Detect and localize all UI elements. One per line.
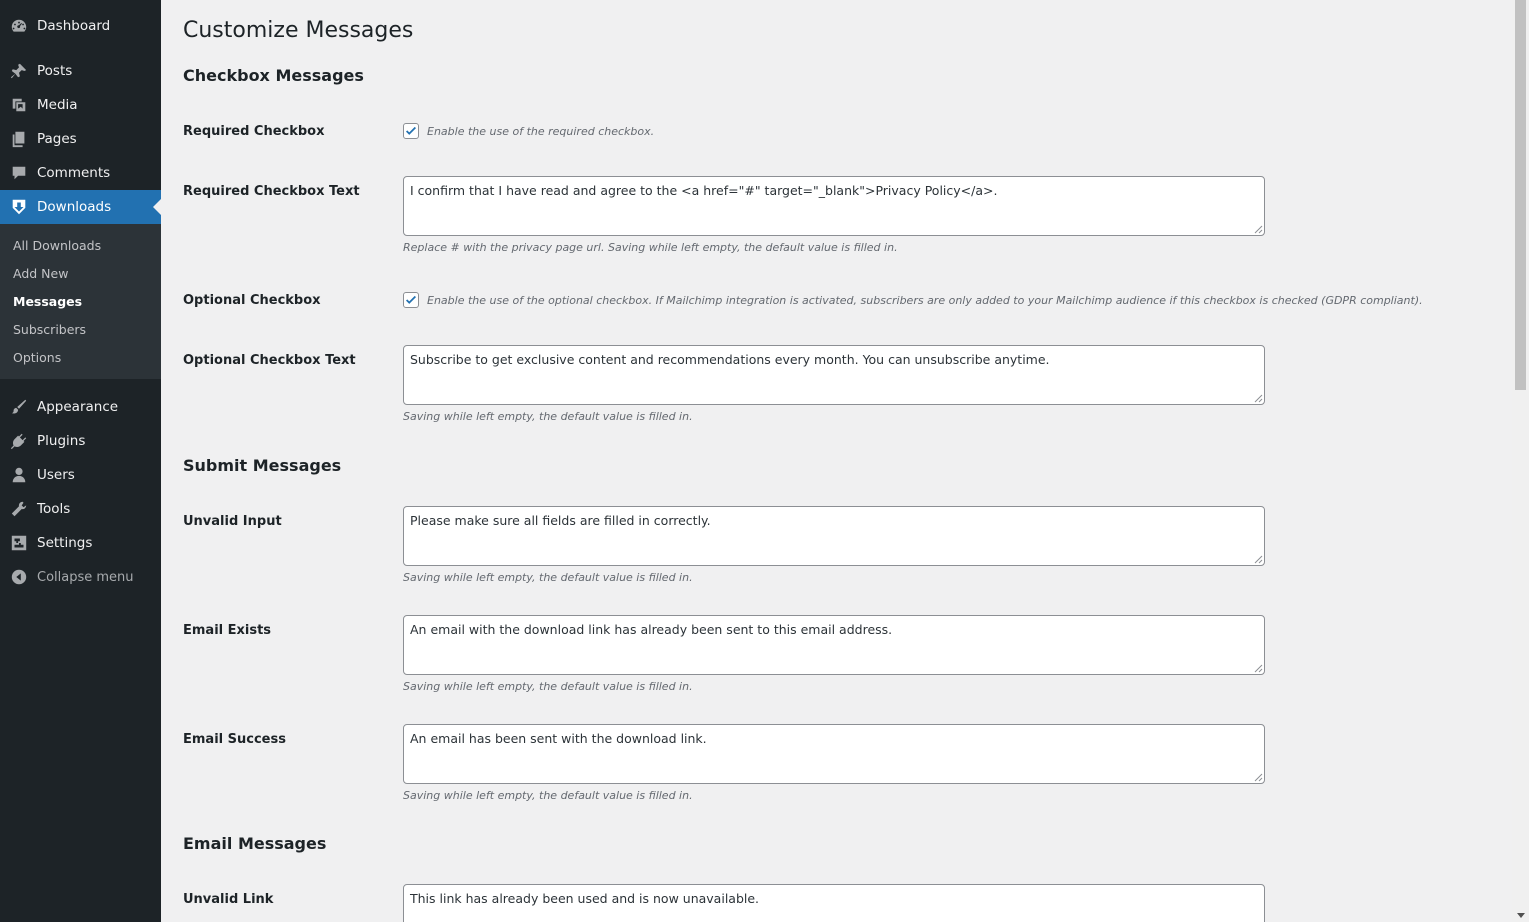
field-value: An email has been sent with the download… xyxy=(410,731,707,746)
required-checkbox-row: Enable the use of the required checkbox. xyxy=(403,123,654,139)
menu-item-dashboard[interactable]: Dashboard xyxy=(0,9,161,43)
menu-item-users[interactable]: Users xyxy=(0,458,161,492)
email-exists-description: Saving while left empty, the default val… xyxy=(403,680,693,693)
brush-icon xyxy=(9,397,29,417)
menu-label: Media xyxy=(37,97,78,113)
comment-icon xyxy=(9,163,29,183)
optional-checkbox-row: Enable the use of the optional checkbox.… xyxy=(403,292,1423,308)
collapse-icon xyxy=(9,567,29,587)
label-required-checkbox: Required Checkbox xyxy=(183,124,325,139)
submenu-item-subscribers[interactable]: Subscribers xyxy=(13,322,86,337)
main-content: Customize Messages Checkbox Messages Req… xyxy=(183,0,1503,922)
required-checkbox[interactable] xyxy=(403,123,419,139)
menu-item-posts[interactable]: Posts xyxy=(0,54,161,88)
submenu-item-messages[interactable]: Messages xyxy=(13,294,82,309)
menu-label: Pages xyxy=(37,131,77,147)
menu-item-downloads[interactable]: Downloads xyxy=(0,190,161,224)
required-checkbox-description: Enable the use of the required checkbox. xyxy=(427,124,655,138)
wrench-icon xyxy=(9,499,29,519)
pin-icon xyxy=(9,61,29,81)
menu-item-plugins[interactable]: Plugins xyxy=(0,424,161,458)
menu-label: Users xyxy=(37,467,75,483)
dashboard-icon xyxy=(9,16,29,36)
media-icon xyxy=(9,95,29,115)
section-title-email: Email Messages xyxy=(183,834,327,853)
required-checkbox-text-field[interactable]: I confirm that I have read and agree to … xyxy=(403,176,1265,236)
label-required-checkbox-text: Required Checkbox Text xyxy=(183,184,360,199)
optional-checkbox[interactable] xyxy=(403,292,419,308)
section-title-checkbox: Checkbox Messages xyxy=(183,66,364,85)
menu-label: Posts xyxy=(37,63,73,79)
resize-handle-icon[interactable] xyxy=(1254,664,1263,673)
download-icon xyxy=(9,197,29,217)
menu-label: Settings xyxy=(37,535,93,551)
email-success-description: Saving while left empty, the default val… xyxy=(403,789,693,802)
page-scrollbar[interactable] xyxy=(1512,0,1529,922)
resize-handle-icon[interactable] xyxy=(1254,555,1263,564)
downloads-submenu: All Downloads Add New Messages Subscribe… xyxy=(0,224,161,379)
field-value: Please make sure all fields are filled i… xyxy=(410,513,711,528)
field-value: This link has already been used and is n… xyxy=(410,891,760,906)
menu-item-comments[interactable]: Comments xyxy=(0,156,161,190)
collapse-menu-button[interactable]: Collapse menu xyxy=(0,560,161,594)
optional-checkbox-text-description: Saving while left empty, the default val… xyxy=(403,410,693,423)
menu-item-tools[interactable]: Tools xyxy=(0,492,161,526)
label-optional-checkbox-text: Optional Checkbox Text xyxy=(183,353,356,368)
settings-icon xyxy=(9,533,29,553)
unvalid-link-field[interactable]: This link has already been used and is n… xyxy=(403,884,1265,922)
scroll-down-arrow-icon[interactable] xyxy=(1517,913,1525,918)
label-email-exists: Email Exists xyxy=(183,623,272,638)
plugin-icon xyxy=(9,431,29,451)
field-value: Subscribe to get exclusive content and r… xyxy=(410,352,1050,367)
resize-handle-icon[interactable] xyxy=(1254,394,1263,403)
unvalid-input-field[interactable]: Please make sure all fields are filled i… xyxy=(403,506,1265,566)
resize-handle-icon[interactable] xyxy=(1254,773,1263,782)
section-title-submit: Submit Messages xyxy=(183,456,342,475)
menu-label: Tools xyxy=(37,501,71,517)
label-email-success: Email Success xyxy=(183,732,286,747)
label-optional-checkbox: Optional Checkbox xyxy=(183,293,321,308)
checkmark-icon xyxy=(406,126,416,135)
submenu-item-add-new[interactable]: Add New xyxy=(13,266,68,281)
menu-item-settings[interactable]: Settings xyxy=(0,526,161,560)
menu-item-pages[interactable]: Pages xyxy=(0,122,161,156)
label-unvalid-link: Unvalid Link xyxy=(183,892,274,907)
optional-checkbox-description: Enable the use of the optional checkbox.… xyxy=(427,293,1423,307)
submenu-item-options[interactable]: Options xyxy=(13,350,61,365)
submenu-item-all-downloads[interactable]: All Downloads xyxy=(13,238,101,253)
unvalid-input-description: Saving while left empty, the default val… xyxy=(403,571,693,584)
email-success-field[interactable]: An email has been sent with the download… xyxy=(403,724,1265,784)
email-exists-field[interactable]: An email with the download link has alre… xyxy=(403,615,1265,675)
field-value: An email with the download link has alre… xyxy=(410,622,893,637)
admin-sidebar: Dashboard Posts Media Pages Comments Dow… xyxy=(0,0,161,922)
checkmark-icon xyxy=(406,295,416,304)
menu-label: Downloads xyxy=(37,199,112,215)
label-unvalid-input: Unvalid Input xyxy=(183,514,282,529)
page-title: Customize Messages xyxy=(183,18,414,43)
menu-label: Collapse menu xyxy=(37,569,134,585)
menu-label: Dashboard xyxy=(37,18,111,34)
required-checkbox-text-description: Replace # with the privacy page url. Sav… xyxy=(403,241,898,254)
menu-label: Plugins xyxy=(37,433,86,449)
menu-label: Appearance xyxy=(37,399,119,415)
field-value: I confirm that I have read and agree to … xyxy=(410,183,998,198)
pages-icon xyxy=(9,129,29,149)
resize-handle-icon[interactable] xyxy=(1254,225,1263,234)
menu-label: Comments xyxy=(37,165,111,181)
menu-item-appearance[interactable]: Appearance xyxy=(0,390,161,424)
menu-item-media[interactable]: Media xyxy=(0,88,161,122)
scrollbar-thumb[interactable] xyxy=(1515,0,1526,390)
optional-checkbox-text-field[interactable]: Subscribe to get exclusive content and r… xyxy=(403,345,1265,405)
user-icon xyxy=(9,465,29,485)
